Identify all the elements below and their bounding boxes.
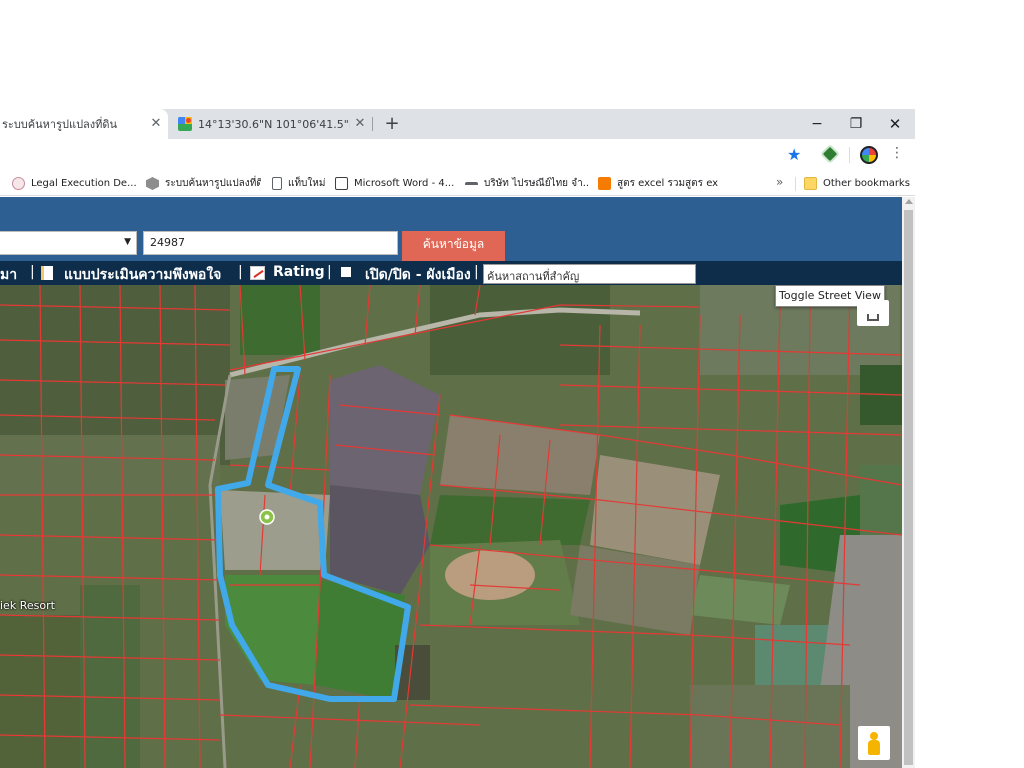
bookmark-label: สูตร excel รวมสูตร ex...: [617, 178, 718, 189]
thaipost-icon: [465, 181, 478, 186]
blogger-icon: [598, 177, 611, 190]
fullscreen-icon[interactable]: [857, 300, 889, 326]
tab-land-search[interactable]: ระบบค้นหารูปแปลงที่ดิน ✕: [0, 109, 168, 139]
new-tab-button[interactable]: +: [382, 113, 402, 135]
tab-divider: [372, 117, 373, 131]
kebab-menu-icon[interactable]: ⋮: [890, 145, 904, 161]
satellite-map[interactable]: Toggle Street View iek Resort: [0, 285, 902, 768]
profile-avatar[interactable]: [860, 146, 878, 164]
bookmark-label: Legal Execution De...: [31, 178, 137, 189]
close-icon[interactable]: ✕: [352, 116, 368, 132]
pegman-body: [868, 740, 880, 755]
bookmark-new-tab[interactable]: แท็บใหม่: [272, 175, 328, 192]
menu-bar: มา | แบบประเมินความพึงพอใจ | Rating | เป…: [0, 261, 902, 285]
bookmark-excel-formulas[interactable]: สูตร excel รวมสูตร ex...: [598, 175, 718, 192]
menu-separator: |: [474, 264, 479, 280]
browser-toolbar: ★ ⋮: [0, 139, 915, 171]
extension-icon[interactable]: [820, 144, 840, 164]
menu-item-partial[interactable]: มา: [0, 264, 17, 286]
star-icon[interactable]: ★: [787, 145, 801, 164]
notepad-icon: [41, 266, 53, 280]
screen: ระบบค้นหารูปแปลงที่ดิน ✕ 14°13'30.6"N 10…: [0, 0, 1024, 768]
bookmarks-bar: Legal Execution De... ระบบค้นหารูปแปลงที…: [0, 171, 915, 196]
dol-icon: [146, 177, 159, 190]
other-bookmarks[interactable]: Other bookmarks: [804, 175, 912, 192]
tab-title: ระบบค้นหารูปแปลงที่ดิน: [2, 118, 118, 131]
tab-google-maps[interactable]: 14°13'30.6"N 101°06'41.5"E - Goo ✕: [170, 109, 370, 139]
scroll-up-arrow-icon[interactable]: [905, 199, 913, 204]
bookmarks-overflow-button[interactable]: »: [776, 175, 783, 189]
browser-tab-strip: ระบบค้นหารูปแปลงที่ดิน ✕ 14°13'30.6"N 10…: [0, 109, 915, 139]
province-select[interactable]: ▼: [0, 231, 137, 255]
menu-separator: |: [327, 264, 332, 280]
menu-separator: |: [238, 264, 243, 280]
restore-button[interactable]: ❐: [845, 113, 867, 135]
folder-icon: [804, 177, 817, 190]
map-place-label: iek Resort: [0, 599, 55, 612]
menu-item-satisfaction-survey[interactable]: แบบประเมินความพึงพอใจ: [64, 264, 221, 286]
menu-item-city-plan-toggle[interactable]: เปิด/ปิด - ผังเมือง: [365, 264, 471, 286]
place-search-input[interactable]: ค้นหาสถานที่สำคัญ: [483, 264, 696, 284]
bookmark-thaipost[interactable]: บริษัท ไปรษณีย์ไทย จำ...: [465, 175, 590, 192]
tab-title: 14°13'30.6"N 101°06'41.5"E - Goo: [198, 117, 350, 131]
parcel-number-input[interactable]: 24987: [143, 231, 398, 255]
bookmark-land-search[interactable]: ระบบค้นหารูปแปลงที่ดิน: [146, 175, 261, 192]
menu-item-rating[interactable]: Rating: [273, 264, 325, 280]
dropdown-arrow-icon: ▼: [124, 237, 131, 247]
scroll-thumb[interactable]: [904, 210, 913, 765]
window-close-button[interactable]: ✕: [884, 113, 906, 135]
map-imagery: [0, 285, 902, 768]
close-icon[interactable]: ✕: [148, 116, 164, 132]
bookmark-label: แท็บใหม่: [288, 178, 326, 189]
word-doc-icon: [335, 177, 348, 190]
bookmark-label: ระบบค้นหารูปแปลงที่ดิน: [165, 178, 261, 189]
search-button[interactable]: ค้นหาข้อมูล: [402, 231, 505, 261]
bookmark-label: Microsoft Word - 4....: [354, 178, 455, 189]
bookmarks-divider: [795, 177, 796, 191]
web-page: ▼ 24987 ค้นหาข้อมูล มา | แบบประเมินความพ…: [0, 197, 902, 768]
toolbar-divider: [849, 147, 850, 163]
city-plan-checkbox[interactable]: [341, 267, 351, 277]
pegman-icon[interactable]: [858, 726, 890, 760]
bookmark-label: บริษัท ไปรษณีย์ไทย จำ...: [484, 178, 590, 189]
search-header: ▼ 24987 ค้นหาข้อมูล: [0, 197, 902, 261]
chart-icon: [250, 266, 265, 280]
bookmark-legal-execution[interactable]: Legal Execution De...: [12, 175, 137, 192]
bookmark-label: Other bookmarks: [823, 178, 910, 189]
google-maps-icon: [178, 117, 192, 131]
page-icon: [272, 177, 282, 190]
pegman-head: [870, 732, 878, 740]
bookmark-word-doc[interactable]: Microsoft Word - 4....: [335, 175, 455, 192]
menu-separator: |: [30, 264, 35, 280]
page-scrollbar[interactable]: [902, 197, 915, 768]
legal-icon: [12, 177, 25, 190]
minimize-button[interactable]: −: [806, 113, 828, 135]
